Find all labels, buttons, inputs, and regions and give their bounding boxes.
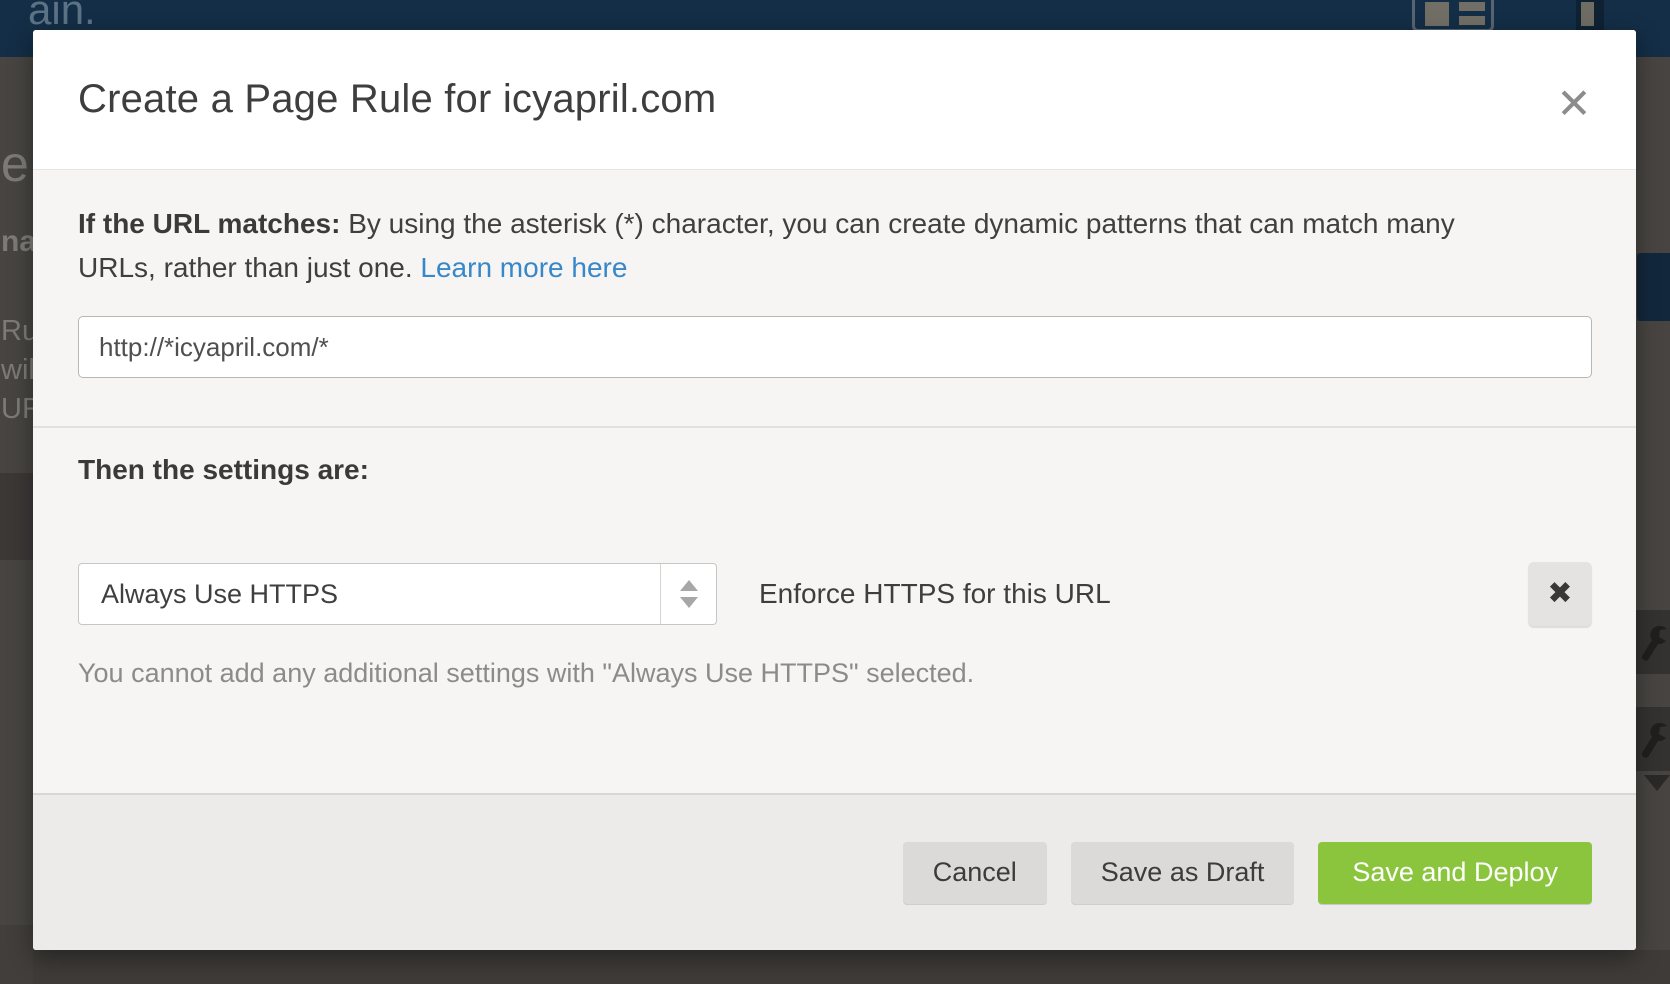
settings-heading: Then the settings are: bbox=[78, 454, 1592, 486]
background-bottom-strip bbox=[33, 950, 1670, 984]
dialog-header: Create a Page Rule for icyapril.com ✕ bbox=[33, 30, 1636, 170]
background-header-text-fragment: ain. bbox=[28, 0, 96, 34]
background-band bbox=[0, 925, 33, 984]
background-page-right-edge bbox=[1636, 57, 1670, 984]
background-text-fragment: nav bbox=[1, 225, 33, 259]
dialog-footer: Cancel Save as Draft Save and Deploy bbox=[33, 793, 1636, 950]
wrench-icon bbox=[1636, 707, 1670, 771]
create-page-rule-dialog: Create a Page Rule for icyapril.com ✕ If… bbox=[33, 30, 1636, 950]
setting-note: You cannot add any additional settings w… bbox=[78, 658, 1592, 689]
background-page-left-edge: e nav Ru will UR bbox=[0, 57, 33, 984]
background-text-fragment: UR bbox=[1, 393, 33, 426]
background-text-fragment: Ru bbox=[1, 315, 33, 348]
dialog-title: Create a Page Rule for icyapril.com bbox=[78, 77, 716, 122]
cancel-button[interactable]: Cancel bbox=[903, 842, 1047, 904]
dialog-body: If the URL matches: By using the asteris… bbox=[33, 170, 1636, 793]
layout-view-icon bbox=[1412, 0, 1494, 32]
setting-select-value: Always Use HTTPS bbox=[79, 579, 338, 610]
stepper-down-icon bbox=[680, 597, 698, 608]
close-icon[interactable]: ✕ bbox=[1552, 82, 1596, 126]
setting-select[interactable]: Always Use HTTPS bbox=[78, 563, 717, 625]
section-divider bbox=[33, 426, 1636, 428]
setting-description: Enforce HTTPS for this URL bbox=[759, 578, 1111, 610]
url-pattern-input[interactable] bbox=[78, 316, 1592, 378]
chevron-down-icon bbox=[1644, 775, 1670, 791]
save-and-deploy-button[interactable]: Save and Deploy bbox=[1318, 842, 1592, 904]
background-table-band bbox=[0, 473, 33, 560]
setting-row: Always Use HTTPS Enforce HTTPS for this … bbox=[78, 562, 1592, 626]
panel-icon bbox=[1576, 0, 1604, 30]
background-blue-button-fragment bbox=[1637, 253, 1670, 321]
background-text-fragment: e bbox=[1, 135, 29, 193]
url-match-label: If the URL matches: bbox=[78, 208, 340, 239]
select-stepper-icon bbox=[660, 564, 716, 624]
background-text-fragment: will bbox=[1, 354, 33, 387]
save-as-draft-button[interactable]: Save as Draft bbox=[1071, 842, 1295, 904]
stepper-up-icon bbox=[680, 580, 698, 591]
url-match-paragraph: If the URL matches: By using the asteris… bbox=[78, 202, 1473, 290]
wrench-icon bbox=[1636, 610, 1670, 674]
remove-setting-icon[interactable]: ✖ bbox=[1528, 562, 1592, 626]
learn-more-link[interactable]: Learn more here bbox=[420, 252, 627, 283]
